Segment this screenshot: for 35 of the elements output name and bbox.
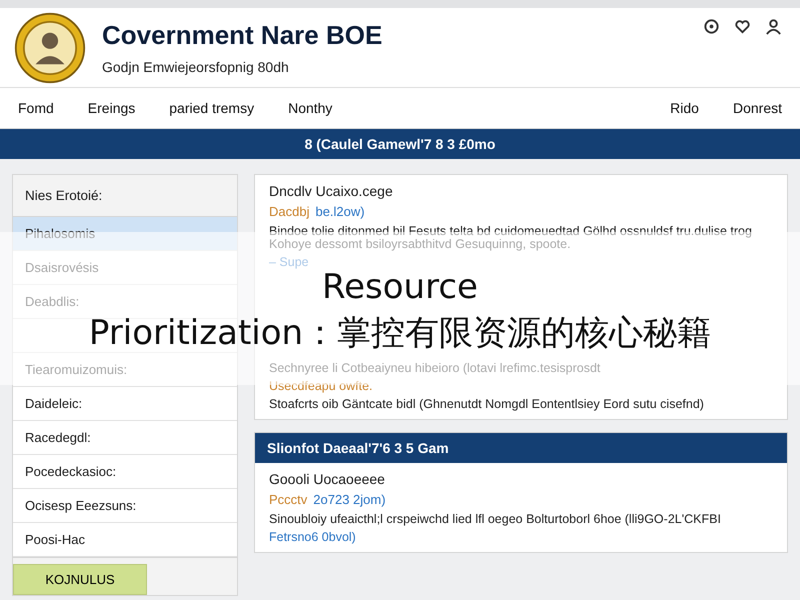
nav-link[interactable]: paried tremsy bbox=[169, 100, 254, 116]
meta-link[interactable]: 2o723 2jom) bbox=[313, 492, 386, 508]
banner: 8 (Caulel Gamewl'7 8 3 £0mo bbox=[0, 129, 800, 159]
meta-note: Dacdbj bbox=[269, 204, 310, 220]
sidebar-item[interactable]: Poosi-Hac bbox=[13, 523, 237, 557]
site-subtitle: Godjn Emwiejeorsfopnig 80dh bbox=[102, 59, 290, 75]
article-text: Bindoe tolie ditonmed bil Fesuts telta bd cuidomeuedtad Gölhd ossnuldsf tru.dulise trog Kohoye dessomt bsiloyrsabthitvd Gesuquinng, spoote. bbox=[269, 225, 753, 251]
emblem-logo bbox=[14, 12, 86, 84]
sidebar-item[interactable]: Daideleic: bbox=[13, 387, 237, 421]
meta-link[interactable]: be.l2ow) bbox=[315, 204, 365, 220]
sidebar-button[interactable]: KOJNULUS bbox=[13, 564, 147, 595]
overlay-caption: Prioritization：掌控有限资源的核心秘籍 bbox=[88, 316, 712, 350]
sidebar-item[interactable]: Racedegdl: bbox=[13, 421, 237, 455]
article-text: Stoafcrts oib Gäntcate bidl (Ghnenutdt Nomgdl Eontentlsiey Eord sutu cisefnd) bbox=[269, 398, 705, 411]
nav-link[interactable]: Donrest bbox=[732, 100, 782, 116]
user-icon[interactable] bbox=[765, 18, 782, 35]
article-title: Dncdlv Ucaixo.cege bbox=[269, 183, 394, 199]
nav-link[interactable]: Rido bbox=[670, 100, 699, 116]
nav-link[interactable]: Fomd bbox=[18, 100, 54, 116]
circle-icon[interactable] bbox=[703, 18, 720, 35]
article-text: Sechnyree li Cotbeaiyneu hibeioro (lotavi lrefimc.tesisprosdt bbox=[269, 362, 602, 375]
site-title: Covernment Nare BOE bbox=[102, 20, 384, 51]
meta-note: Pccctv bbox=[269, 492, 308, 508]
heart-icon[interactable] bbox=[734, 18, 751, 35]
article-text: Sinoubloiy ufeaicthl;l crspeiwchd lied lfl oegeo Bolturtoborl 6hoe (lli9GO-2L'CKFBI bbox=[269, 513, 722, 526]
sidebar-heading: Nies Erotoié: bbox=[13, 175, 237, 217]
nav-link[interactable]: Nonthy bbox=[288, 100, 332, 116]
sidebar-item[interactable]: Pocedeckasioc: bbox=[13, 455, 237, 489]
overlay-caption: Resource bbox=[322, 270, 478, 304]
article-heading: Slionfot Daeaal'7'6 3 5 Gam bbox=[255, 433, 787, 463]
article-note: Usecdfeapu owfte. bbox=[269, 380, 373, 393]
nav-link[interactable]: Ereings bbox=[88, 100, 136, 116]
sidebar-item[interactable]: Ocisesp Eeezsuns: bbox=[13, 489, 237, 523]
article-title: Goooli Uocaoeeee bbox=[269, 471, 386, 487]
article-link[interactable]: Fetrsno6 0bvol) bbox=[269, 531, 356, 544]
